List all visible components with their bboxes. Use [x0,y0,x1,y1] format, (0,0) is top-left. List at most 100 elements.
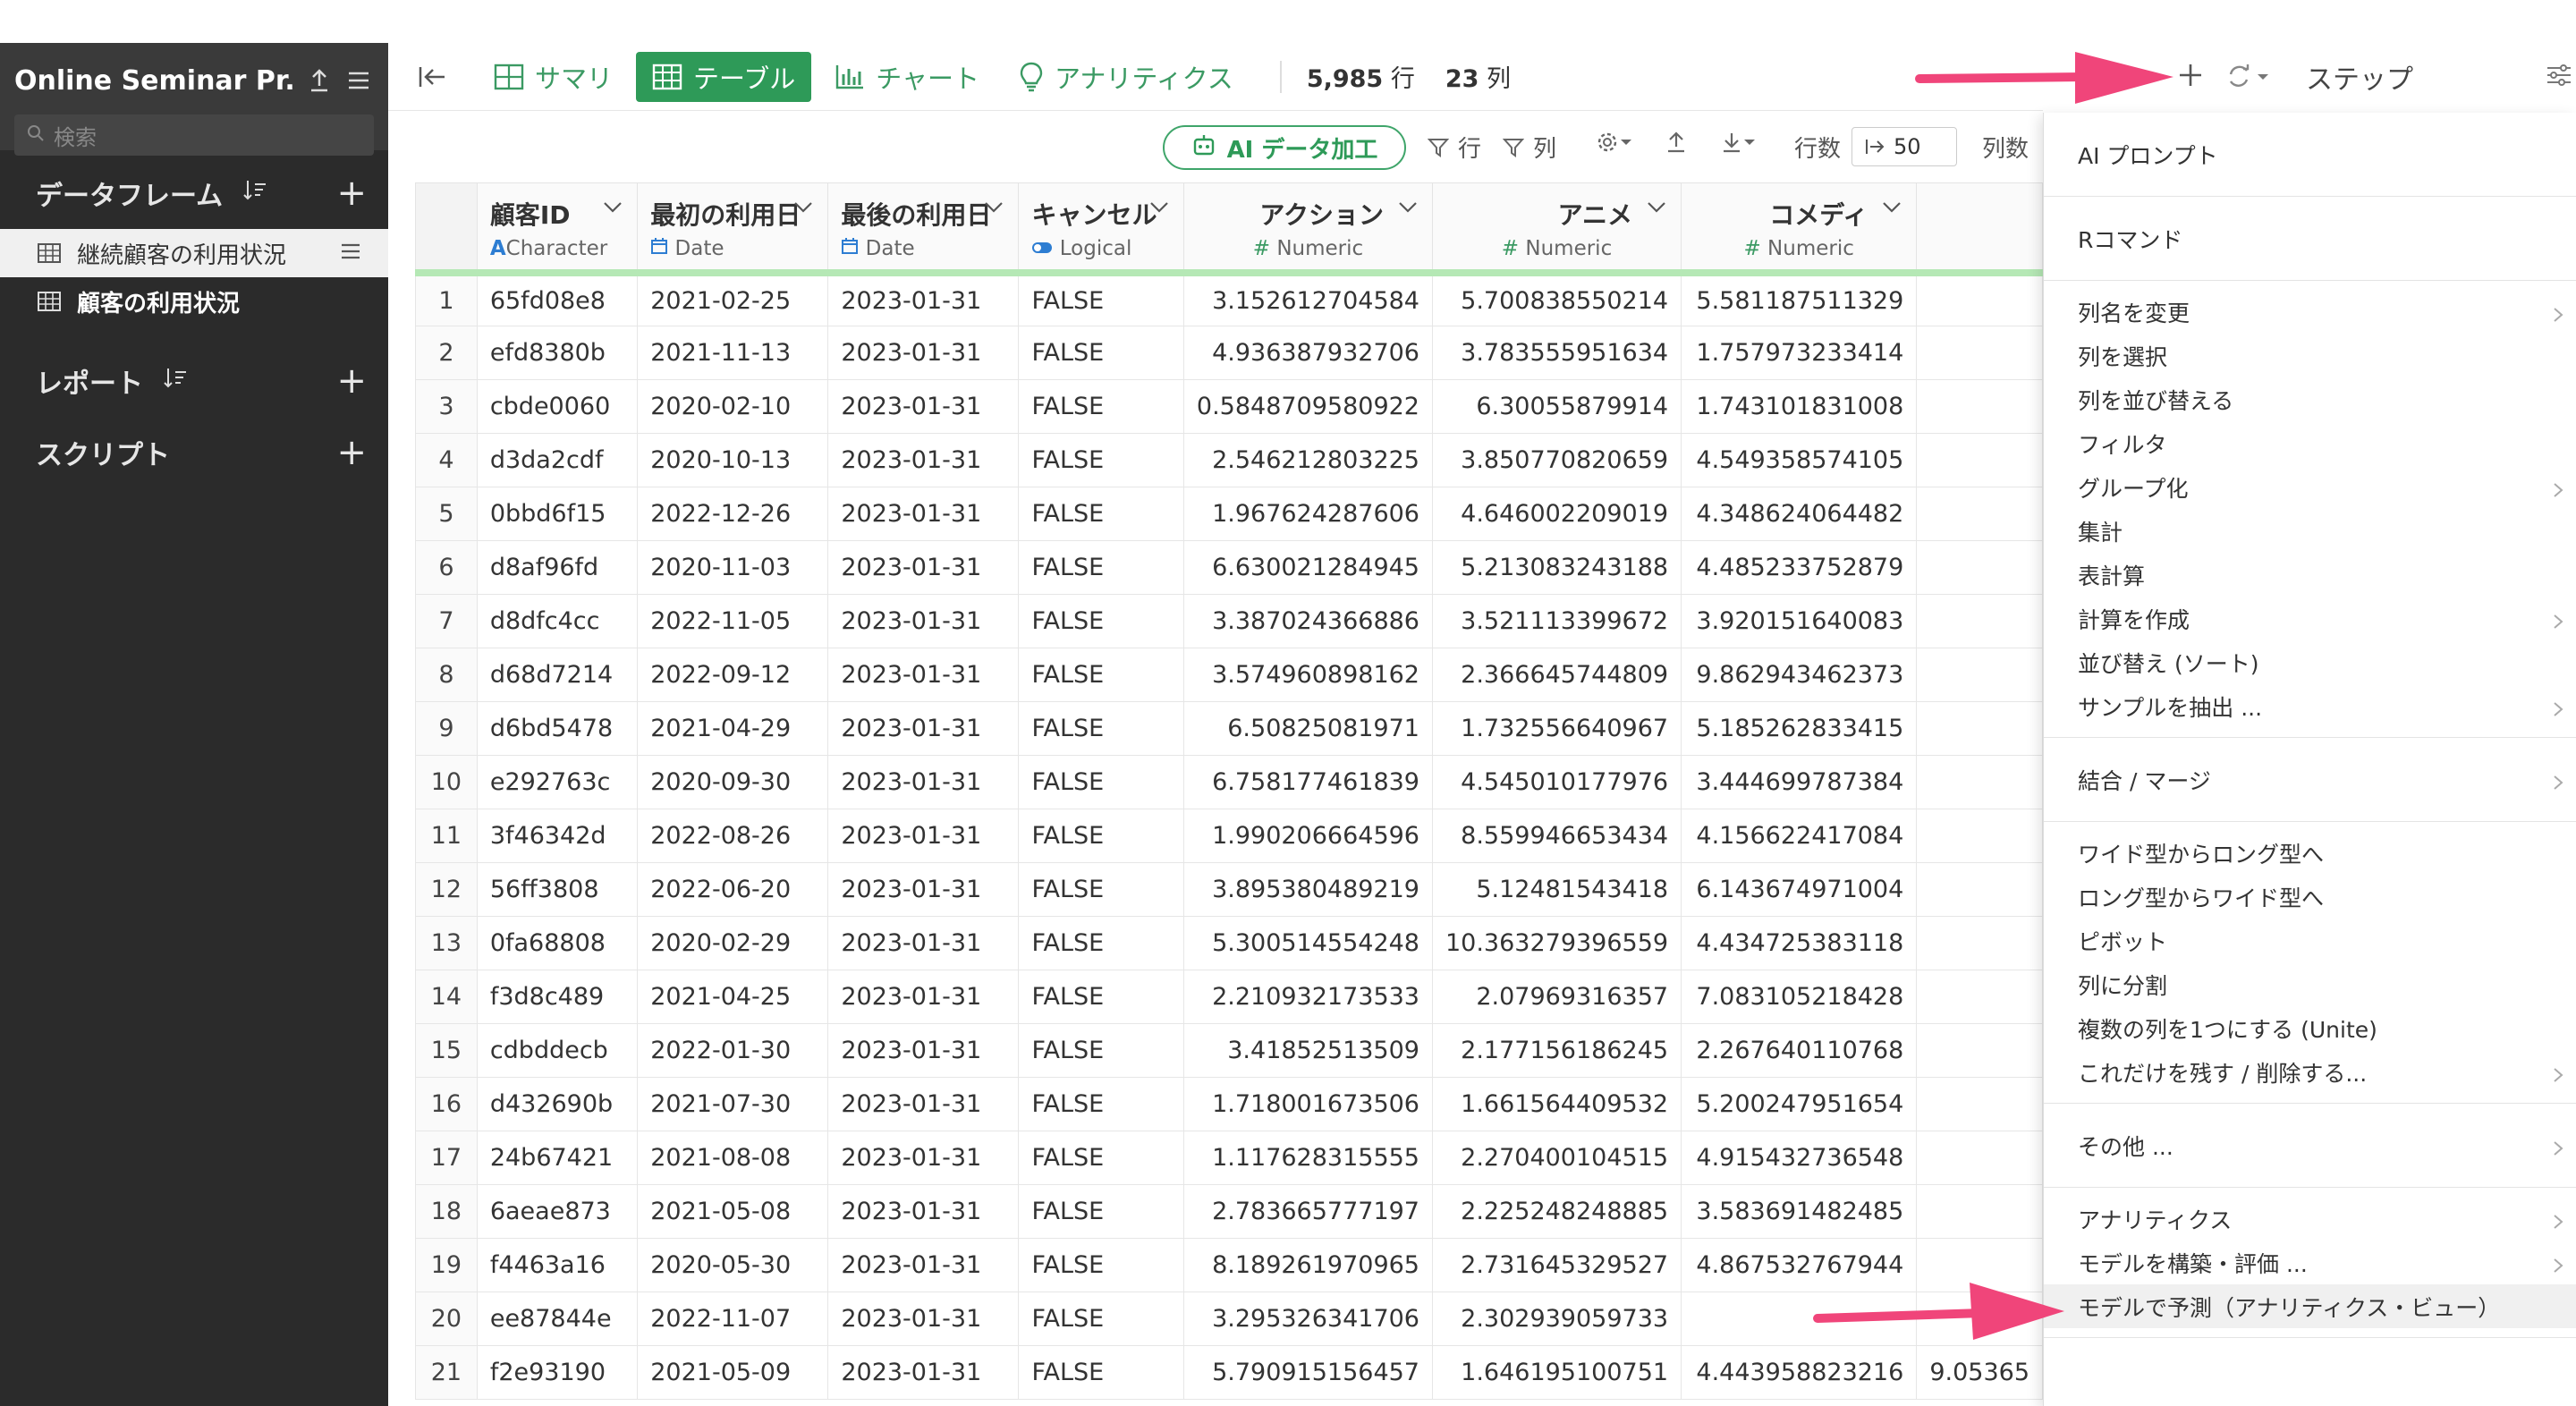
reports-section-header[interactable]: レポート + [0,345,388,417]
table-row[interactable]: 2 efd8380b 2021-11-13 2023-01-31 FALSE 4.9363… [415,326,2043,380]
chevron-down-icon[interactable] [1647,201,1666,214]
table-row[interactable]: 7 d8dfc4cc 2022-11-05 2023-01-31 FALSE 3.3870… [415,594,2043,648]
tab-table[interactable]: テーブル [636,51,812,102]
table-cell[interactable]: 2020-02-29 [637,916,829,970]
table-cell[interactable]: 2022-11-05 [637,594,829,648]
table-cell[interactable]: 6aeae873 [476,1184,639,1239]
column-header[interactable]: コメディ # Numeric [1681,182,1918,276]
table-cell[interactable]: 2.731645329527 [1431,1238,1682,1292]
table-cell[interactable] [1916,1184,2043,1239]
table-cell[interactable]: 2.302939059733 [1431,1292,1682,1346]
row-index[interactable]: 14 [415,970,478,1024]
table-cell[interactable]: 2023-01-31 [827,809,1020,863]
table-cell[interactable]: f4463a16 [476,1238,639,1292]
row-index[interactable]: 16 [415,1077,478,1131]
table-cell[interactable]: 2023-01-31 [827,648,1020,702]
table-cell[interactable]: 6.30055879914 [1431,379,1682,434]
menu-item[interactable]: 結合 / マージ [2044,758,2576,801]
table-cell[interactable]: 5.790915156457 [1182,1345,1433,1400]
table-cell[interactable]: 5.581187511329 [1681,272,1918,326]
refresh-icon[interactable] [2225,64,2270,90]
table-cell[interactable]: 2.177156186245 [1431,1023,1682,1078]
row-index[interactable]: 21 [415,1345,478,1400]
filter-rows-button[interactable]: 行 [1428,131,1481,164]
menu-item[interactable]: Rコマンド [2044,216,2576,260]
table-cell[interactable]: 1.757973233414 [1681,326,1918,380]
table-cell[interactable] [1916,1131,2043,1185]
menu-item[interactable]: アナリティクス [2044,1197,2576,1241]
tab-summary[interactable]: サマリ [478,52,629,102]
table-cell[interactable] [1916,1077,2043,1131]
table-cell[interactable]: FALSE [1018,809,1184,863]
table-cell[interactable]: cbde0060 [476,379,639,434]
table-cell[interactable]: 3.521113399672 [1431,594,1682,648]
table-cell[interactable] [1916,594,2043,648]
menu-item[interactable]: 列を並び替える [2044,377,2576,421]
table-row[interactable]: 17 24b67421 2021-08-08 2023-01-31 FALSE 1.117… [415,1131,2043,1185]
table-row[interactable]: 5 0bbd6f15 2022-12-26 2023-01-31 FALSE 1.9676… [415,487,2043,541]
table-cell[interactable] [1916,540,2043,595]
table-cell[interactable]: 1.732556640967 [1431,701,1682,756]
table-cell[interactable]: 10.363279396559 [1431,916,1682,970]
rows-count-input[interactable]: 50 [1852,127,1957,166]
menu-item[interactable]: これだけを残す / 削除する... [2044,1050,2576,1094]
table-cell[interactable]: 2022-06-20 [637,862,829,917]
row-index[interactable]: 2 [415,326,478,380]
table-cell[interactable]: 5.200247951654 [1681,1077,1918,1131]
table-row[interactable]: 1 65fd08e8 2021-02-25 2023-01-31 FALSE 3.1526… [415,272,2043,326]
table-row[interactable]: 11 3f46342d 2022-08-26 2023-01-31 FALSE 1.990… [415,809,2043,863]
table-cell[interactable]: FALSE [1018,272,1184,326]
table-cell[interactable]: 3.583691482485 [1681,1184,1918,1239]
table-cell[interactable]: 9.862943462373 [1681,648,1918,702]
download-button[interactable] [1721,131,1757,154]
table-cell[interactable]: 2023-01-31 [827,916,1020,970]
table-cell[interactable]: 5.185262833415 [1681,701,1918,756]
table-cell[interactable] [1916,862,2043,917]
row-index[interactable]: 18 [415,1184,478,1239]
table-cell[interactable]: 6.630021284945 [1182,540,1433,595]
table-cell[interactable]: 2023-01-31 [827,1292,1020,1346]
chevron-down-icon[interactable] [603,201,623,214]
row-index[interactable]: 9 [415,701,478,756]
table-cell[interactable]: 2.225248248885 [1431,1184,1682,1239]
table-cell[interactable]: 2023-01-31 [827,970,1020,1024]
table-row[interactable]: 15 cdbddecb 2022-01-30 2023-01-31 FALSE 3.418… [415,1023,2043,1078]
table-row[interactable]: 6 d8af96fd 2020-11-03 2023-01-31 FALSE 6.6300… [415,540,2043,595]
table-cell[interactable]: 6.758177461839 [1182,755,1433,809]
table-cell[interactable]: FALSE [1018,1292,1184,1346]
table-cell[interactable]: 1.646195100751 [1431,1345,1682,1400]
table-cell[interactable]: 4.348624064482 [1681,487,1918,541]
menu-item[interactable]: フィルタ [2044,421,2576,465]
table-cell[interactable]: 3.295326341706 [1182,1292,1433,1346]
table-cell[interactable]: 3.920151640083 [1681,594,1918,648]
table-cell[interactable]: 2023-01-31 [827,326,1020,380]
menu-item[interactable]: 計算を作成 [2044,597,2576,640]
table-cell[interactable]: 3.895380489219 [1182,862,1433,917]
menu-item[interactable]: 列を選択 [2044,334,2576,377]
table-row[interactable]: 19 f4463a16 2020-05-30 2023-01-31 FALSE 8.189… [415,1238,2043,1292]
table-cell[interactable] [1916,379,2043,434]
table-cell[interactable]: 3.387024366886 [1182,594,1433,648]
row-index[interactable]: 15 [415,1023,478,1078]
upload-icon[interactable] [304,65,335,96]
table-cell[interactable]: 3.444699787384 [1681,755,1918,809]
table-cell[interactable]: 8.559946653434 [1431,809,1682,863]
table-cell[interactable]: 2023-01-31 [827,862,1020,917]
collapse-sidebar-icon[interactable] [388,64,478,89]
table-cell[interactable]: 3.850770820659 [1431,433,1682,487]
project-title[interactable]: Online Seminar Pr... [14,65,295,97]
table-cell[interactable]: 6.143674971004 [1681,862,1918,917]
table-cell[interactable]: FALSE [1018,433,1184,487]
table-cell[interactable]: 8.189261970965 [1182,1238,1433,1292]
table-cell[interactable]: 2.546212803225 [1182,433,1433,487]
chevron-down-icon[interactable] [984,201,1004,214]
table-cell[interactable]: 5.213083243188 [1431,540,1682,595]
table-cell[interactable] [1916,701,2043,756]
table-row[interactable]: 10 e292763c 2020-09-30 2023-01-31 FALSE 6.758… [415,755,2043,809]
sort-icon[interactable] [242,178,267,209]
table-cell[interactable]: 2.270400104515 [1431,1131,1682,1185]
menu-item[interactable]: 列に分割 [2044,962,2576,1006]
table-cell[interactable]: 2.210932173533 [1182,970,1433,1024]
row-index[interactable]: 20 [415,1292,478,1346]
table-cell[interactable]: 1.967624287606 [1182,487,1433,541]
